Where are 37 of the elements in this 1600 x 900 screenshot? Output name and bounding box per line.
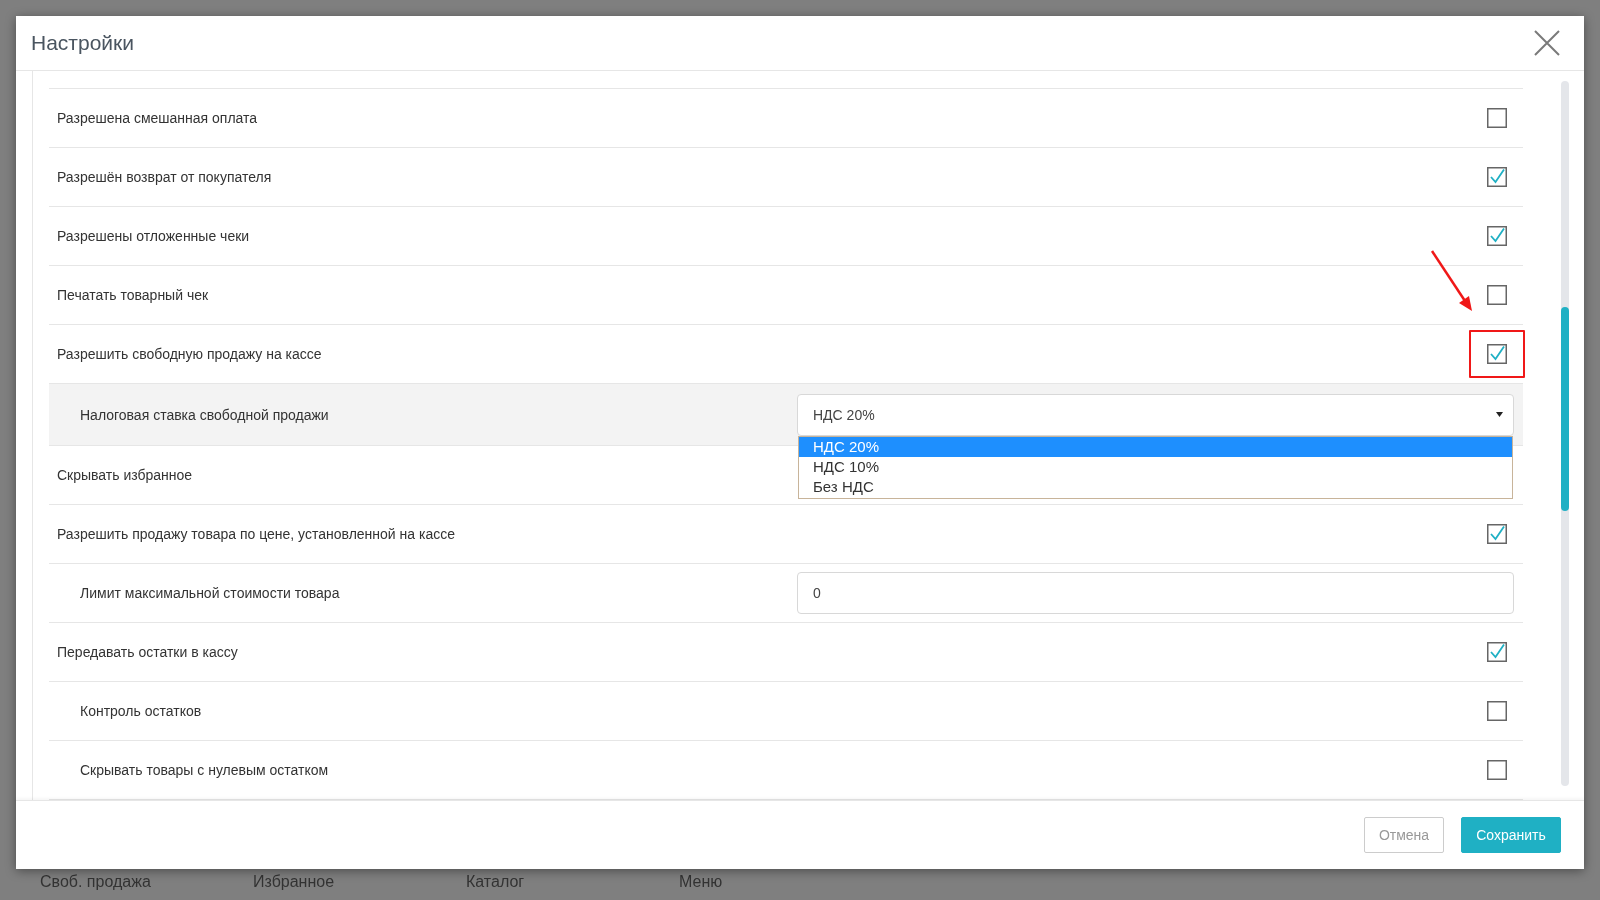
checkbox[interactable] [1487,108,1507,128]
setting-label: Налоговая ставка свободной продажи [80,406,329,423]
scrollbar-thumb[interactable] [1561,307,1569,511]
setting-label: Разрешена смешанная оплата [57,110,258,126]
checkbox[interactable] [1487,226,1507,246]
setting-label: Разрешён возврат от покупателя [57,169,272,185]
setting-label: Скрывать избранное [57,467,193,483]
annotation-arrow [1430,250,1472,311]
close-icon[interactable] [1534,30,1560,56]
setting-label: Лимит максимальной стоимости товара [80,585,340,601]
setting-label: Передавать остатки в кассу [57,644,238,660]
checkbox[interactable] [1487,167,1507,187]
nav-tab[interactable]: Каталог [466,873,679,891]
caret-icon [1496,412,1503,417]
dropdown-option[interactable]: НДС 20% [799,436,1512,457]
dialog-title: Настройки [31,31,135,55]
save-button[interactable]: Сохранить [1461,817,1561,853]
nav-tab[interactable]: Своб. продажа [40,873,253,891]
scrollbar[interactable] [1561,81,1569,786]
setting-label: Скрывать товары с нулевым остатком [80,762,329,778]
setting-label: Разрешить свободную продажу на кассе [57,346,322,362]
cancel-button[interactable]: Отмена [1364,817,1444,853]
checkbox[interactable] [1487,701,1507,721]
dropdown-option[interactable]: НДС 10% [799,456,1512,477]
dropdown-option[interactable]: Без НДС [799,476,1512,497]
checkbox[interactable] [1487,344,1507,364]
setting-label: Контроль остатков [80,703,202,719]
nav-tab[interactable]: Меню [679,873,892,891]
nav-tab[interactable]: Избранное [253,873,466,891]
checkbox[interactable] [1487,285,1507,305]
checkbox[interactable] [1487,524,1507,544]
setting-label: Разрешены отложенные чеки [57,228,250,244]
checkbox[interactable] [1487,642,1507,662]
checkbox[interactable] [1487,760,1507,780]
setting-label: Разрешить продажу товара по цене, установленной на кассе [57,526,455,542]
input-field[interactable]: 0 [797,572,1514,614]
setting-label: Печатать товарный чек [57,287,209,303]
